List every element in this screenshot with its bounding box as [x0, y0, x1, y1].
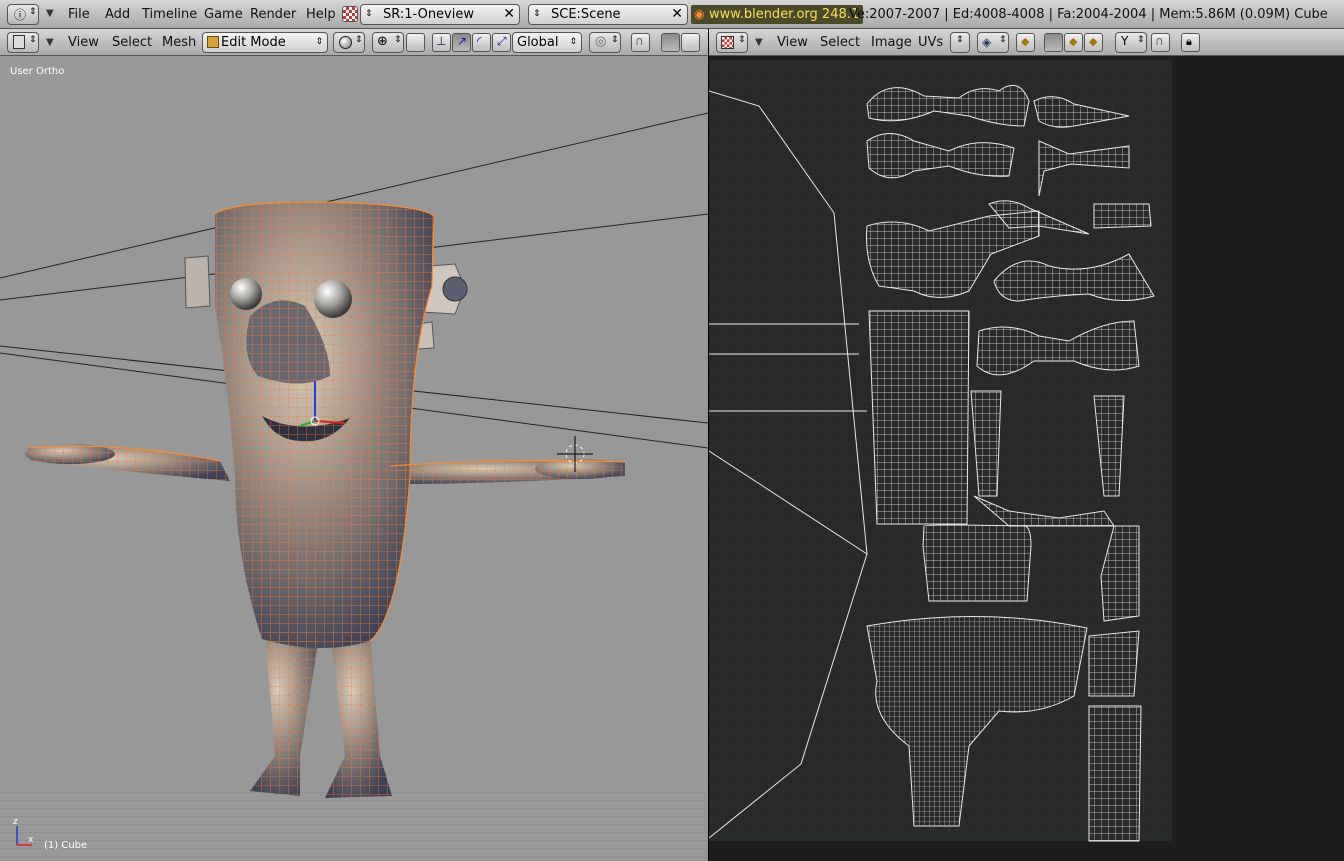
svg-text:x: x [28, 835, 34, 845]
url-text: www.blender.org 248.1 [709, 7, 860, 22]
uv-menu-select[interactable]: Select [820, 35, 860, 50]
translate-manipulator-icon[interactable]: ↗ [452, 33, 471, 52]
mode-label: Edit Mode [221, 35, 286, 50]
updown-arrows-icon: ⇕ [315, 37, 323, 47]
editor-type-button[interactable]: ⓘ ⇕ [7, 4, 39, 25]
rotate-manipulator-icon[interactable]: ◜ [472, 33, 491, 52]
collapse-menus-icon[interactable]: ▼ [46, 8, 54, 19]
pivot-icon: ⊕ [377, 34, 388, 49]
menu-game[interactable]: Game [204, 7, 243, 22]
editor-type-arrows-icon: ⇕ [29, 7, 37, 17]
view3d-editor-type-button[interactable]: ⇕ [7, 32, 39, 53]
updown-arrows-icon: ⇕ [365, 9, 373, 19]
menu-add[interactable]: Add [105, 7, 130, 22]
updown-arrows-icon: ⇕ [956, 35, 964, 45]
updown-arrows-icon: ⇕ [355, 35, 363, 45]
scene-name: SCE:Scene [551, 7, 621, 22]
view3d-editor-icon [13, 35, 25, 49]
character-mesh [25, 201, 626, 798]
vertex-select-icon[interactable] [1044, 33, 1063, 52]
draw-type-selector[interactable]: ⇕ [333, 32, 365, 53]
solid-sphere-icon [339, 36, 352, 49]
menu-view[interactable]: View [68, 35, 99, 50]
menu-file[interactable]: File [68, 7, 90, 22]
editor-type-arrows-icon: ⇕ [29, 35, 37, 45]
blender-url[interactable]: ◉ www.blender.org 248.1 [691, 5, 864, 24]
occlude-geometry-icon[interactable] [661, 33, 680, 52]
updown-arrows-icon: ⇕ [394, 35, 402, 45]
view-label: User Ortho [10, 66, 65, 77]
screen-selector[interactable]: ⇕ SR:1-Oneview ✕ [360, 4, 520, 25]
render-icon[interactable] [342, 6, 358, 22]
pivot-selector[interactable]: ⊕ ⇕ [372, 32, 404, 53]
updown-arrows-icon: ⇕ [533, 9, 541, 19]
uv-select-mode-selector[interactable]: ◈ ⇕ [977, 32, 1009, 53]
viewport-scene: x z [0, 112, 708, 861]
orientation-selector[interactable]: Global ⇕ [512, 32, 582, 53]
orientation-label: Global [517, 35, 559, 50]
info-header: ⓘ ⇕ ▼ File Add Timeline Game Render Help… [0, 0, 1344, 29]
uv-snap-icon[interactable]: ∩ [1151, 33, 1170, 52]
face-select-icon[interactable]: ◆ [1084, 33, 1103, 52]
menu-help[interactable]: Help [306, 7, 336, 22]
uv-editor-viewport[interactable] [709, 56, 1344, 861]
image-browse-button[interactable]: ⇕ [950, 32, 970, 53]
collapse-menus-icon[interactable]: ▼ [755, 37, 763, 48]
menu-mesh[interactable]: Mesh [162, 35, 196, 50]
editor-type-arrows-icon: ⇕ [738, 35, 746, 45]
svg-text:z: z [13, 817, 18, 827]
menu-render[interactable]: Render [250, 7, 296, 22]
uv-editor-header: ⇕ ▼ View Select Image UVs ⇕ ◈ ⇕ ◆ ◆ ◆ Y … [709, 29, 1344, 56]
pivot-points-icon[interactable] [406, 33, 425, 52]
proportional-edit-selector[interactable]: ◎ ⇕ [589, 32, 621, 53]
uv-canvas [709, 60, 1172, 842]
close-icon[interactable]: ✕ [671, 5, 683, 24]
scene-selector[interactable]: ⇕ SCE:Scene ✕ [528, 4, 688, 25]
manipulator-toggle-icon[interactable]: ⊥ [432, 33, 451, 52]
blender-logo-icon: ◉ [694, 7, 705, 21]
floor-grid [0, 791, 708, 861]
updown-arrows-icon: ⇕ [611, 35, 619, 45]
info-icon: ⓘ [14, 8, 27, 22]
view3d-viewport[interactable]: x z User Ortho (1) Cube [0, 56, 708, 861]
uv-menu-view[interactable]: View [777, 35, 808, 50]
sticky-selection-selector[interactable]: Y ⇕ [1115, 32, 1147, 53]
scene-statistics: Ve:2007-2007 | Ed:4008-4008 | Fa:2004-20… [849, 7, 1328, 22]
edit-mode-icon [207, 36, 219, 48]
lock-icon[interactable]: 🔒︎ [1181, 33, 1200, 52]
close-icon[interactable]: ✕ [503, 5, 515, 24]
mode-selector[interactable]: Edit Mode ⇕ [202, 32, 328, 53]
cube-select-icon: ◈ [982, 35, 992, 49]
screen-name: SR:1-Oneview [383, 7, 474, 22]
uv-editor-type-button[interactable]: ⇕ [716, 32, 748, 53]
pin-icon: Y [1121, 34, 1129, 48]
sync-selection-icon[interactable]: ◆ [1016, 33, 1035, 52]
snap-icon[interactable]: ∩ [631, 33, 650, 52]
uv-menu-image[interactable]: Image [871, 35, 912, 50]
menu-select[interactable]: Select [112, 35, 152, 50]
menu-timeline[interactable]: Timeline [142, 7, 197, 22]
proportional-edit-icon: ◎ [595, 34, 607, 49]
limit-selection-icon[interactable] [681, 33, 700, 52]
object-label: (1) Cube [44, 840, 88, 851]
view3d-header: ⇕ ▼ View Select Mesh Edit Mode ⇕ ⇕ ⊕ ⇕ ⊥… [0, 29, 708, 56]
uv-menu-uvs[interactable]: UVs [918, 35, 943, 50]
updown-arrows-icon: ⇕ [1137, 35, 1145, 45]
updown-arrows-icon: ⇕ [569, 37, 577, 47]
updown-arrows-icon: ⇕ [999, 35, 1007, 45]
image-editor-icon [721, 36, 734, 49]
scale-manipulator-icon[interactable]: ⤢ [492, 33, 511, 52]
edge-select-icon[interactable]: ◆ [1064, 33, 1083, 52]
collapse-menus-icon[interactable]: ▼ [46, 37, 54, 48]
